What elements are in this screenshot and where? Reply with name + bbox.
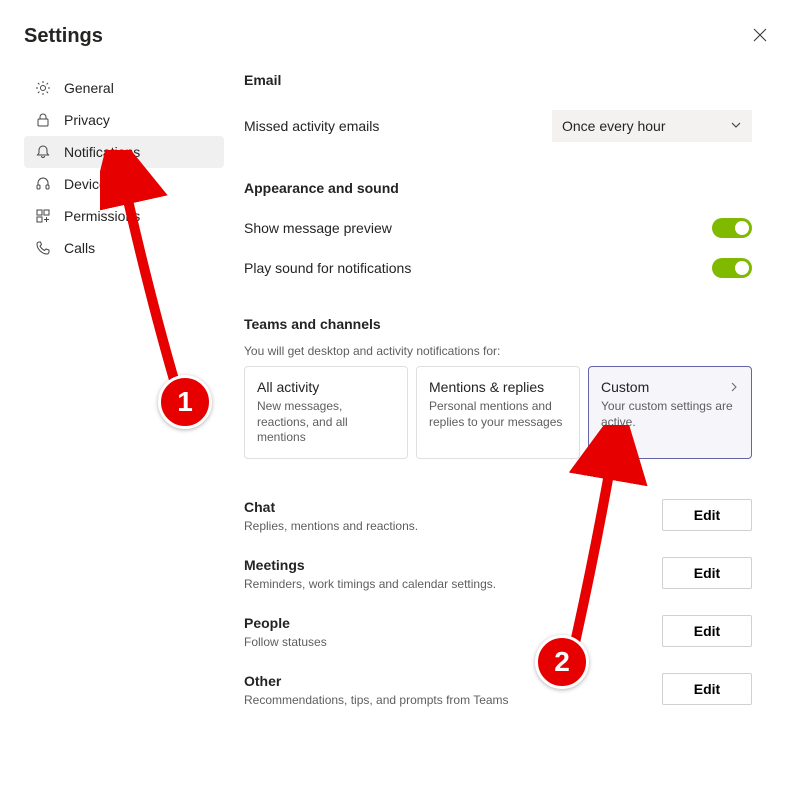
edit-other-button[interactable]: Edit [662, 673, 752, 705]
lock-icon [34, 111, 52, 129]
dropdown-value: Once every hour [562, 118, 666, 134]
close-icon [753, 28, 767, 45]
sidebar-item-label: Calls [64, 240, 95, 256]
edit-meetings-button[interactable]: Edit [662, 557, 752, 589]
card-desc: New messages, reactions, and all mention… [257, 399, 395, 446]
section-desc: Replies, mentions and reactions. [244, 519, 418, 533]
chevron-down-icon [730, 118, 742, 134]
card-mentions-replies[interactable]: Mentions & replies Personal mentions and… [416, 366, 580, 459]
preview-label: Show message preview [244, 220, 392, 236]
sidebar-item-calls[interactable]: Calls [24, 232, 224, 264]
section-desc: Recommendations, tips, and prompts from … [244, 693, 509, 707]
edit-chat-button[interactable]: Edit [662, 499, 752, 531]
preview-toggle[interactable] [712, 218, 752, 238]
missed-emails-label: Missed activity emails [244, 118, 379, 134]
sound-label: Play sound for notifications [244, 260, 411, 276]
missed-emails-dropdown[interactable]: Once every hour [552, 110, 752, 142]
gear-icon [34, 79, 52, 97]
sidebar-item-notifications[interactable]: Notifications [24, 136, 224, 168]
bell-icon [34, 143, 52, 161]
sidebar-item-label: General [64, 80, 114, 96]
card-custom[interactable]: Custom Your custom settings are active. [588, 366, 752, 459]
section-heading-email: Email [244, 72, 752, 88]
card-desc: Personal mentions and replies to your me… [429, 399, 567, 430]
sidebar-item-permissions[interactable]: Permissions [24, 200, 224, 232]
section-heading-teams: Teams and channels [244, 316, 752, 332]
sidebar-item-privacy[interactable]: Privacy [24, 104, 224, 136]
card-title: Mentions & replies [429, 379, 567, 395]
sidebar-item-general[interactable]: General [24, 72, 224, 104]
section-heading-appearance: Appearance and sound [244, 180, 752, 196]
card-title: All activity [257, 379, 395, 395]
edit-people-button[interactable]: Edit [662, 615, 752, 647]
sidebar-item-label: Notifications [64, 144, 140, 160]
card-desc: Your custom settings are active. [601, 399, 739, 430]
sidebar-item-label: Devices [64, 176, 114, 192]
sidebar-item-label: Privacy [64, 112, 110, 128]
section-name-meetings: Meetings [244, 557, 496, 573]
chevron-right-icon [729, 379, 739, 395]
headset-icon [34, 175, 52, 193]
page-title: Settings [24, 25, 103, 48]
card-title: Custom [601, 379, 739, 395]
section-name-other: Other [244, 673, 509, 689]
close-button[interactable] [748, 24, 772, 48]
sound-toggle[interactable] [712, 258, 752, 278]
content: Email Missed activity emails Once every … [244, 72, 772, 719]
sidebar-item-label: Permissions [64, 208, 140, 224]
teams-desc: You will get desktop and activity notifi… [244, 344, 752, 358]
phone-icon [34, 239, 52, 257]
card-all-activity[interactable]: All activity New messages, reactions, an… [244, 366, 408, 459]
permissions-icon [34, 207, 52, 225]
section-name-people: People [244, 615, 327, 631]
section-desc: Follow statuses [244, 635, 327, 649]
section-name-chat: Chat [244, 499, 418, 515]
annotation-badge-2: 2 [535, 635, 589, 689]
section-desc: Reminders, work timings and calendar set… [244, 577, 496, 591]
annotation-badge-1: 1 [158, 375, 212, 429]
sidebar-item-devices[interactable]: Devices [24, 168, 224, 200]
